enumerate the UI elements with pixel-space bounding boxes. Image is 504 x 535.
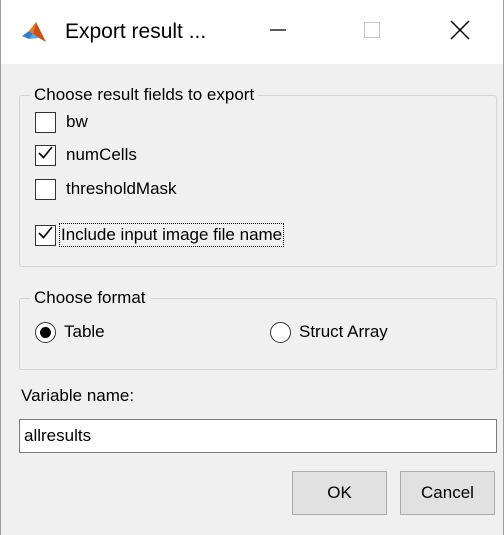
matlab-logo-icon <box>21 20 47 46</box>
close-button[interactable] <box>415 0 504 64</box>
radio-struct-array[interactable]: Struct Array <box>270 318 388 346</box>
radio-label: Struct Array <box>299 322 388 341</box>
checkbox-box[interactable] <box>35 144 56 166</box>
export-result-dialog: Export result ... Choose result fields t… <box>0 0 504 535</box>
radio-table[interactable]: Table <box>35 318 105 346</box>
checkbox-box[interactable] <box>35 111 56 133</box>
checkbox-box[interactable] <box>35 224 56 246</box>
checkbox-bw[interactable]: bw <box>35 108 88 136</box>
close-icon <box>449 19 471 46</box>
fields-group-legend: Choose result fields to export <box>30 84 259 106</box>
checkmark-icon <box>37 224 54 246</box>
checkbox-label: numCells <box>66 145 137 164</box>
radio-label: Table <box>64 322 105 341</box>
checkbox-label: thresholdMask <box>66 179 177 198</box>
window-title: Export result ... <box>65 20 207 43</box>
minimize-button[interactable] <box>233 0 323 64</box>
minimize-icon <box>268 20 288 45</box>
checkbox-numcells[interactable]: numCells <box>35 141 137 169</box>
checkbox-include-filename[interactable]: Include input image file name <box>35 221 285 249</box>
radio-selected-dot <box>40 326 51 338</box>
radio-button[interactable] <box>35 321 56 343</box>
variable-name-input[interactable] <box>19 419 497 453</box>
ok-button[interactable]: OK <box>292 471 387 515</box>
title-bar[interactable]: Export result ... <box>1 0 503 64</box>
maximize-icon <box>362 20 382 45</box>
variable-name-label: Variable name: <box>21 386 135 405</box>
checkbox-thresholdmask[interactable]: thresholdMask <box>35 175 177 203</box>
radio-button[interactable] <box>270 321 291 343</box>
format-group-legend: Choose format <box>30 287 150 309</box>
maximize-button <box>327 0 417 64</box>
checkmark-icon <box>37 144 54 166</box>
cancel-button[interactable]: Cancel <box>400 471 495 515</box>
checkbox-box[interactable] <box>35 178 56 200</box>
checkbox-label: Include input image file name <box>59 223 285 247</box>
checkbox-label: bw <box>66 112 88 131</box>
